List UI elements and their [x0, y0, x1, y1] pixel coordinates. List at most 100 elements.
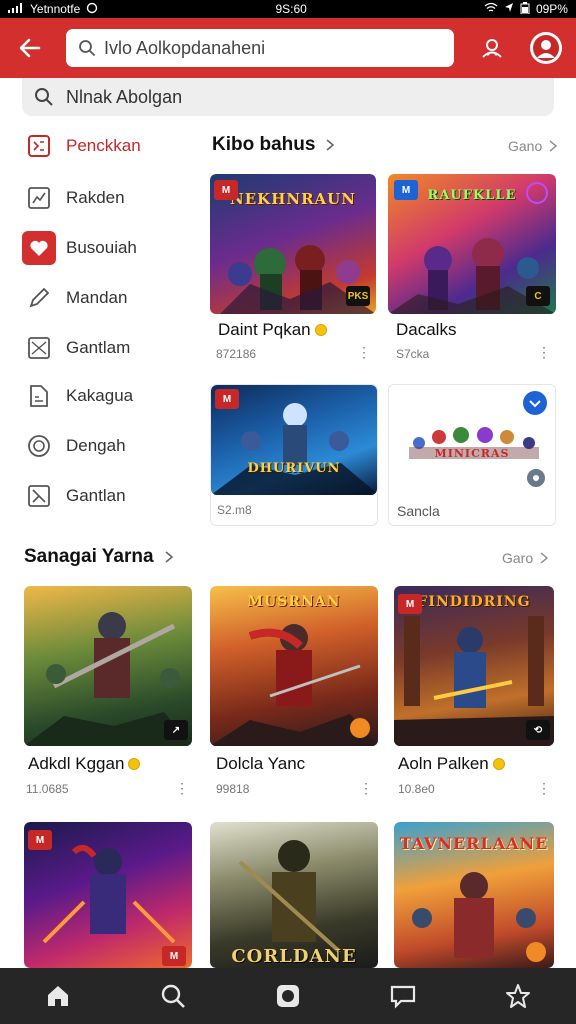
more-options-icon[interactable]: ⋮	[175, 780, 189, 797]
sidebar-item-busouiah[interactable]: Busouiah	[22, 228, 202, 268]
library-icon	[276, 985, 299, 1007]
favorite-badge-icon[interactable]	[523, 391, 547, 415]
sync-icon	[86, 2, 98, 17]
nav-favorites[interactable]	[498, 976, 538, 1016]
featured-section-title[interactable]: Kibo bahus	[212, 134, 337, 156]
clock: 9S:60	[275, 2, 307, 16]
nav-library[interactable]	[268, 976, 308, 1016]
featured-more-link[interactable]: Gano	[508, 138, 558, 154]
more-options-icon[interactable]: ⋮	[357, 344, 371, 361]
sidebar-item-kakagua[interactable]: Kakagua	[22, 376, 202, 416]
game-cover-image: ↗	[24, 586, 192, 746]
link-icon: ⟲	[526, 720, 550, 740]
category-search-text: Nlnak Abolgan	[66, 86, 183, 107]
sidebar-item-rakden[interactable]: Rakden	[22, 178, 202, 218]
more-options-icon[interactable]: ⋮	[537, 344, 551, 361]
coin-badge-icon	[526, 942, 546, 962]
sidebar-item-mandan[interactable]: Mandan	[22, 278, 202, 318]
sidebar-item-label: Penckkan	[66, 136, 141, 155]
cover-art-title: MUSRNAN	[247, 594, 341, 610]
game-card[interactable]: M M	[24, 822, 192, 968]
game-card[interactable]: DHURIVUN M S2.m8	[210, 384, 378, 526]
grid-icon	[22, 129, 56, 163]
bottom-navigation	[0, 968, 576, 1024]
game-card[interactable]: ↗ Adkdl Kggan 11.0685 ⋮	[24, 586, 192, 806]
search-text: Ivlo Aolkopdanaheni	[104, 37, 266, 58]
carrier-label: Yetnnotfe	[30, 2, 81, 16]
featured-title-text: Kibo bahus	[212, 134, 316, 155]
chevron-right-icon	[326, 139, 335, 151]
game-meta: 10.8e0	[398, 782, 435, 796]
info-icon[interactable]	[527, 469, 545, 487]
game-title-text: Aoln Palken	[398, 754, 489, 773]
sidebar-item-penckkan[interactable]: Penckkan	[22, 126, 202, 166]
cover-art-title: DHURIVUN	[247, 461, 341, 476]
more-options-icon[interactable]: ⋮	[359, 780, 373, 797]
game-card[interactable]: TAVNERLAANE	[394, 822, 554, 968]
game-card[interactable]: RAUFKLLE M C Dacalks S7cka ⋮	[388, 174, 556, 374]
game-card[interactable]: MUSRNAN Dolcla Yanc 99818 ⋮	[210, 586, 378, 806]
heart-icon	[22, 231, 56, 265]
search-icon	[161, 984, 185, 1008]
category-search-input[interactable]: Nlnak Abolgan	[22, 78, 554, 116]
game-title: Adkdl Kggan	[28, 754, 141, 774]
gamepad-button[interactable]	[476, 32, 508, 64]
game-cover-image: RAUFKLLE M C	[388, 174, 556, 314]
more-options-icon[interactable]: ⋮	[537, 780, 551, 797]
game-title-text: Adkdl Kggan	[28, 754, 125, 773]
game-meta: S2.m8	[217, 503, 252, 517]
publisher-logo-icon: M	[398, 594, 422, 614]
sidebar-item-gantlan[interactable]: Gantlan	[22, 476, 202, 516]
chevron-right-icon	[540, 552, 549, 564]
sidebar-item-gantlam[interactable]: Gantlam	[22, 328, 202, 368]
chart-icon	[22, 181, 56, 215]
sidebar-item-label: Gantlam	[66, 338, 131, 357]
battery-icon	[520, 1, 530, 17]
game-card[interactable]: CORLDANE	[210, 822, 378, 968]
back-arrow-icon	[19, 38, 41, 58]
star-icon	[506, 984, 531, 1008]
image-icon	[22, 331, 56, 365]
sidebar-item-label: Kakagua	[66, 386, 134, 405]
coin-icon	[314, 324, 327, 336]
game-title-text: Dacalks	[396, 320, 457, 339]
chat-icon	[391, 985, 416, 1009]
search-input[interactable]: Ivlo Aolkopdanaheni	[66, 29, 454, 67]
profile-avatar-button[interactable]	[530, 32, 562, 64]
chevron-right-icon	[549, 140, 558, 152]
game-meta: 11.0685	[26, 782, 69, 796]
section-title[interactable]: Sanagai Yarna	[24, 546, 176, 568]
featured-more-text: Gano	[508, 138, 543, 154]
publisher-badge-icon: M	[162, 946, 186, 966]
game-title: Dacalks	[396, 320, 456, 340]
game-cover-image: FINDIDRING M ⟲	[394, 586, 554, 746]
document-icon	[22, 379, 56, 413]
sparkle-icon	[526, 182, 548, 204]
publisher-logo-icon: M	[214, 180, 238, 200]
section-more-text: Garo	[502, 550, 534, 566]
battery-label: 09P%	[535, 2, 568, 16]
rating-badge: PKS	[346, 286, 370, 306]
crossed-box-icon	[22, 479, 56, 513]
game-card[interactable]: NEKHNRAUN M PKS Daint Pqkan 872186 ⋮	[210, 174, 376, 374]
signal-icon	[8, 2, 24, 16]
game-card[interactable]: MINICRAS Sancla	[388, 384, 556, 526]
game-cover-image: CORLDANE	[210, 822, 378, 968]
publisher-logo-icon: M	[215, 389, 239, 409]
nav-search[interactable]	[153, 976, 193, 1016]
game-cover-image: DHURIVUN M	[211, 385, 377, 495]
game-meta: 99818	[216, 782, 250, 796]
gamepad-icon	[482, 39, 502, 58]
rating-badge: C	[526, 286, 550, 306]
app-bar: Ivlo Aolkopdanaheni	[0, 18, 576, 78]
sidebar-item-dengah[interactable]: Dengah	[22, 426, 202, 466]
sidebar-item-label: Mandan	[66, 288, 128, 307]
back-button[interactable]	[6, 24, 54, 72]
nav-home[interactable]	[38, 976, 78, 1016]
nav-chat[interactable]	[383, 976, 423, 1016]
wifi-icon	[484, 2, 498, 16]
game-title-text: Daint Pqkan	[218, 320, 311, 339]
game-cover-image: NEKHNRAUN M PKS	[210, 174, 376, 314]
game-card[interactable]: FINDIDRING M ⟲ Aoln Palken 10.8e0 ⋮	[394, 586, 554, 806]
section-more-link[interactable]: Garo	[502, 550, 549, 566]
